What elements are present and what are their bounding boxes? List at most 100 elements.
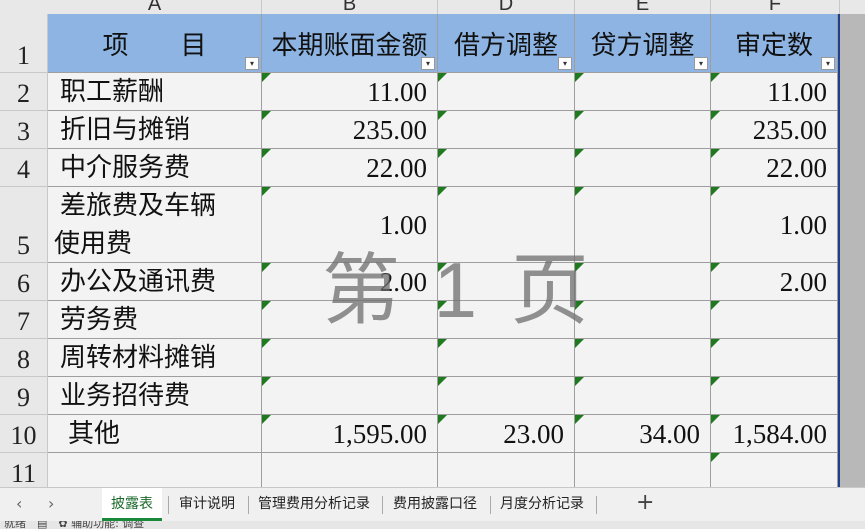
cell-value: 11.00 xyxy=(767,77,827,107)
cell-item-wrapped[interactable]: 差旅费及车辆 使用费 xyxy=(48,187,262,263)
row-number[interactable]: 9 xyxy=(0,377,48,415)
formula-flag-icon xyxy=(438,377,447,386)
cell-item[interactable]: 办公及通讯费 xyxy=(48,263,262,301)
column-header-b[interactable]: B xyxy=(262,0,438,15)
filter-dropdown-icon[interactable]: ▾ xyxy=(245,57,259,70)
cell-value: 1,595.00 xyxy=(332,419,428,449)
formula-flag-icon xyxy=(262,149,271,158)
cell-credit[interactable] xyxy=(575,187,711,263)
cell-item[interactable]: 周转材料摊销 xyxy=(48,339,262,377)
cell-book-amount[interactable] xyxy=(262,377,438,415)
cell-credit[interactable] xyxy=(575,263,711,301)
cell-book-amount[interactable] xyxy=(262,301,438,339)
filter-dropdown-icon[interactable]: ▾ xyxy=(821,57,835,70)
formula-flag-icon xyxy=(262,377,271,386)
cell-book-amount[interactable]: 2.00 xyxy=(262,263,438,301)
cell-credit[interactable] xyxy=(575,301,711,339)
cell-debit[interactable] xyxy=(438,339,575,377)
cell-audited[interactable]: 235.00 xyxy=(711,111,838,149)
column-header-f[interactable]: F xyxy=(711,0,840,15)
row-number[interactable]: 6 xyxy=(0,263,48,301)
header-cell-debit-adjustment[interactable]: 借方调整 ▾ xyxy=(438,14,575,73)
cell-credit[interactable] xyxy=(575,111,711,149)
tab-disclosure[interactable]: 披露表 xyxy=(102,488,162,521)
column-header-e[interactable]: E xyxy=(575,0,711,15)
cell-book-amount[interactable] xyxy=(262,339,438,377)
cell-audited[interactable] xyxy=(711,301,838,339)
tab-expense-disclosure-scope[interactable]: 费用披露口径 xyxy=(386,488,484,521)
cell-item[interactable]: 中介服务费 xyxy=(48,149,262,187)
cell-item[interactable] xyxy=(48,453,262,487)
formula-flag-icon xyxy=(711,149,720,158)
worksheet-grid[interactable]: A B D E F 1 2 3 4 5 6 7 8 9 10 11 项 目 ▾ … xyxy=(0,0,865,487)
formula-flag-icon xyxy=(438,111,447,120)
cell-debit[interactable] xyxy=(438,263,575,301)
tab-scroll-left-icon[interactable]: ‹ xyxy=(16,494,22,513)
cell-book-amount[interactable]: 11.00 xyxy=(262,73,438,111)
cell-value: 23.00 xyxy=(503,419,564,449)
cell-audited[interactable]: 11.00 xyxy=(711,73,838,111)
cell-book-amount[interactable]: 1.00 xyxy=(262,187,438,263)
formula-flag-icon xyxy=(262,263,271,272)
cell-audited[interactable]: 1,584.00 xyxy=(711,415,838,453)
formula-flag-icon xyxy=(575,339,584,348)
cell-item[interactable]: 业务招待费 xyxy=(48,377,262,415)
cell-audited[interactable] xyxy=(711,377,838,415)
header-book-amount-label: 本期账面金额 xyxy=(271,30,428,61)
row-number[interactable]: 1 xyxy=(0,14,48,73)
row-number[interactable]: 4 xyxy=(0,149,48,187)
cell-book-amount[interactable]: 1,595.00 xyxy=(262,415,438,453)
cell-book-amount[interactable]: 22.00 xyxy=(262,149,438,187)
cell-credit[interactable] xyxy=(575,339,711,377)
formula-flag-icon xyxy=(262,111,271,120)
cell-debit[interactable]: 23.00 xyxy=(438,415,575,453)
column-header-a[interactable]: A xyxy=(48,0,262,15)
cell-value: 11.00 xyxy=(367,77,427,107)
row-number[interactable]: 7 xyxy=(0,301,48,339)
cell-value: 34.00 xyxy=(639,419,700,449)
cell-audited[interactable]: 1.00 xyxy=(711,187,838,263)
filter-dropdown-icon[interactable]: ▾ xyxy=(421,57,435,70)
cell-item[interactable]: 劳务费 xyxy=(48,301,262,339)
column-header-d[interactable]: D xyxy=(438,0,575,15)
cell-audited[interactable] xyxy=(711,453,838,487)
cell-debit[interactable] xyxy=(438,301,575,339)
column-header-row: A B D E F xyxy=(0,0,865,15)
cell-debit[interactable] xyxy=(438,377,575,415)
cell-audited[interactable] xyxy=(711,339,838,377)
cell-credit[interactable]: 34.00 xyxy=(575,415,711,453)
row-number[interactable]: 10 xyxy=(0,415,48,453)
header-cell-book-amount[interactable]: 本期账面金额 ▾ xyxy=(262,14,438,73)
cell-item[interactable]: 折旧与摊销 xyxy=(48,111,262,149)
row-number[interactable]: 2 xyxy=(0,73,48,111)
cell-audited[interactable]: 22.00 xyxy=(711,149,838,187)
cell-debit[interactable] xyxy=(438,453,575,487)
cell-credit[interactable] xyxy=(575,73,711,111)
cell-debit[interactable] xyxy=(438,73,575,111)
tab-scroll-right-icon[interactable]: › xyxy=(48,494,54,513)
cell-item[interactable]: 职工薪酬 xyxy=(48,73,262,111)
row-number[interactable]: 3 xyxy=(0,111,48,149)
header-cell-item[interactable]: 项 目 ▾ xyxy=(48,14,262,73)
header-cell-credit-adjustment[interactable]: 贷方调整 ▾ xyxy=(575,14,711,73)
add-sheet-button[interactable]: + xyxy=(636,490,654,515)
filter-dropdown-icon[interactable]: ▾ xyxy=(694,57,708,70)
header-cell-audited[interactable]: 审定数 ▾ xyxy=(711,14,838,73)
cell-credit[interactable] xyxy=(575,149,711,187)
tab-audit-notes[interactable]: 审计说明 xyxy=(172,488,242,521)
tab-monthly-analysis[interactable]: 月度分析记录 xyxy=(494,488,590,521)
cell-debit[interactable] xyxy=(438,149,575,187)
row-number[interactable]: 11 xyxy=(0,453,48,487)
cell-credit[interactable] xyxy=(575,377,711,415)
cell-credit[interactable] xyxy=(575,453,711,487)
row-number[interactable]: 8 xyxy=(0,339,48,377)
row-number[interactable]: 5 xyxy=(0,187,48,263)
cell-debit[interactable] xyxy=(438,187,575,263)
cell-item[interactable]: 其他 xyxy=(48,415,262,453)
cell-debit[interactable] xyxy=(438,111,575,149)
cell-audited[interactable]: 2.00 xyxy=(711,263,838,301)
filter-dropdown-icon[interactable]: ▾ xyxy=(558,57,572,70)
cell-book-amount[interactable] xyxy=(262,453,438,487)
cell-book-amount[interactable]: 235.00 xyxy=(262,111,438,149)
tab-admin-expense-analysis[interactable]: 管理费用分析记录 xyxy=(252,488,376,521)
